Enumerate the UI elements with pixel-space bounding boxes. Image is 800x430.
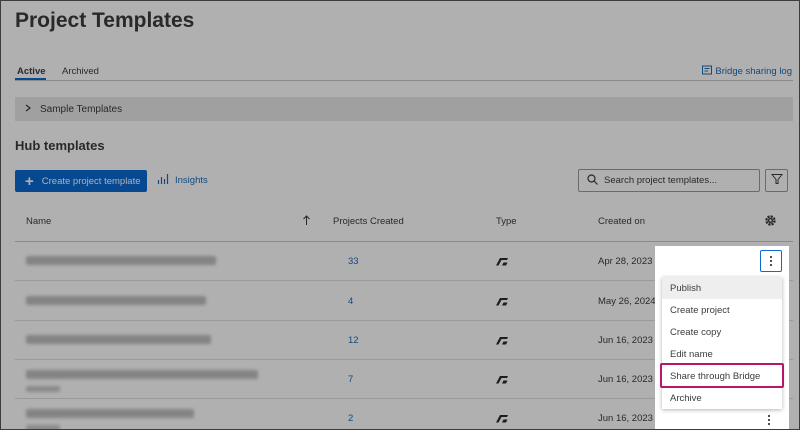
menu-item-create-copy[interactable]: Create copy (662, 321, 782, 343)
tabs-divider (15, 80, 793, 81)
sort-ascending-icon[interactable] (302, 214, 311, 226)
acc-logo-icon (496, 258, 508, 266)
column-header-created-on[interactable]: Created on (598, 216, 645, 227)
hub-templates-heading: Hub templates (15, 138, 105, 153)
gear-icon[interactable] (764, 214, 777, 227)
insights-button[interactable]: Insights (157, 173, 208, 188)
projects-created-link[interactable]: 7 (348, 374, 353, 385)
template-name-redacted (26, 409, 194, 418)
create-project-template-label: Create project template (41, 175, 141, 187)
template-name-redacted (26, 335, 211, 344)
sample-templates-label: Sample Templates (40, 103, 123, 115)
template-name-redacted (26, 296, 206, 305)
template-subtitle-redacted (26, 386, 60, 392)
search-placeholder: Search project templates... (604, 175, 717, 186)
created-on-date: Jun 16, 2023 (598, 335, 653, 346)
share-through-bridge-highlight (660, 363, 784, 388)
menu-item-edit-name[interactable]: Edit name (662, 343, 782, 365)
tab-archived[interactable]: Archived (62, 66, 99, 77)
create-project-template-button[interactable]: + Create project template (15, 170, 147, 192)
column-header-name[interactable]: Name (26, 216, 51, 227)
template-subtitle-redacted (26, 425, 60, 429)
projects-created-link[interactable]: 4 (348, 296, 353, 307)
search-input[interactable]: Search project templates... (578, 169, 760, 192)
created-on-date: May 26, 2024 (598, 296, 656, 307)
menu-item-archive[interactable]: Archive (662, 387, 782, 409)
app-window: Project Templates Active Archived Bridge… (0, 0, 800, 430)
row-actions-menu: Publish Create project Create copy Edit … (662, 277, 782, 409)
acc-logo-icon (496, 337, 508, 345)
bridge-log-icon (702, 65, 713, 78)
bar-chart-icon (157, 173, 169, 188)
template-name-redacted (26, 370, 258, 379)
created-on-date: Jun 16, 2023 (598, 413, 653, 424)
acc-logo-icon (496, 376, 508, 384)
acc-logo-icon (496, 415, 508, 423)
filter-icon (770, 172, 783, 190)
search-icon (587, 173, 598, 188)
plus-icon: + (25, 172, 34, 190)
template-name-redacted (26, 256, 216, 265)
menu-item-publish[interactable]: Publish (662, 277, 782, 299)
bridge-sharing-log-link[interactable]: Bridge sharing log (702, 65, 792, 78)
created-on-date: Apr 28, 2023 (598, 256, 653, 267)
insights-label: Insights (175, 175, 208, 186)
page-title: Project Templates (15, 9, 195, 32)
sample-templates-toggle[interactable]: Sample Templates (15, 97, 793, 121)
tab-active[interactable]: Active (17, 66, 46, 77)
projects-created-link[interactable]: 12 (348, 335, 359, 346)
column-header-projects-created[interactable]: Projects Created (333, 216, 404, 227)
column-header-type[interactable]: Type (496, 216, 517, 227)
bridge-log-label: Bridge sharing log (715, 66, 792, 77)
created-on-date: Jun 16, 2023 (598, 374, 653, 385)
projects-created-link[interactable]: 33 (348, 256, 359, 267)
projects-created-link[interactable]: 2 (348, 413, 353, 424)
kebab-menu-icon[interactable] (767, 414, 771, 426)
row-actions-button[interactable] (760, 250, 782, 272)
kebab-menu-icon (769, 255, 773, 267)
filter-button[interactable] (765, 169, 788, 192)
menu-item-create-project[interactable]: Create project (662, 299, 782, 321)
acc-logo-icon (496, 298, 508, 306)
chevron-right-icon (24, 104, 32, 115)
